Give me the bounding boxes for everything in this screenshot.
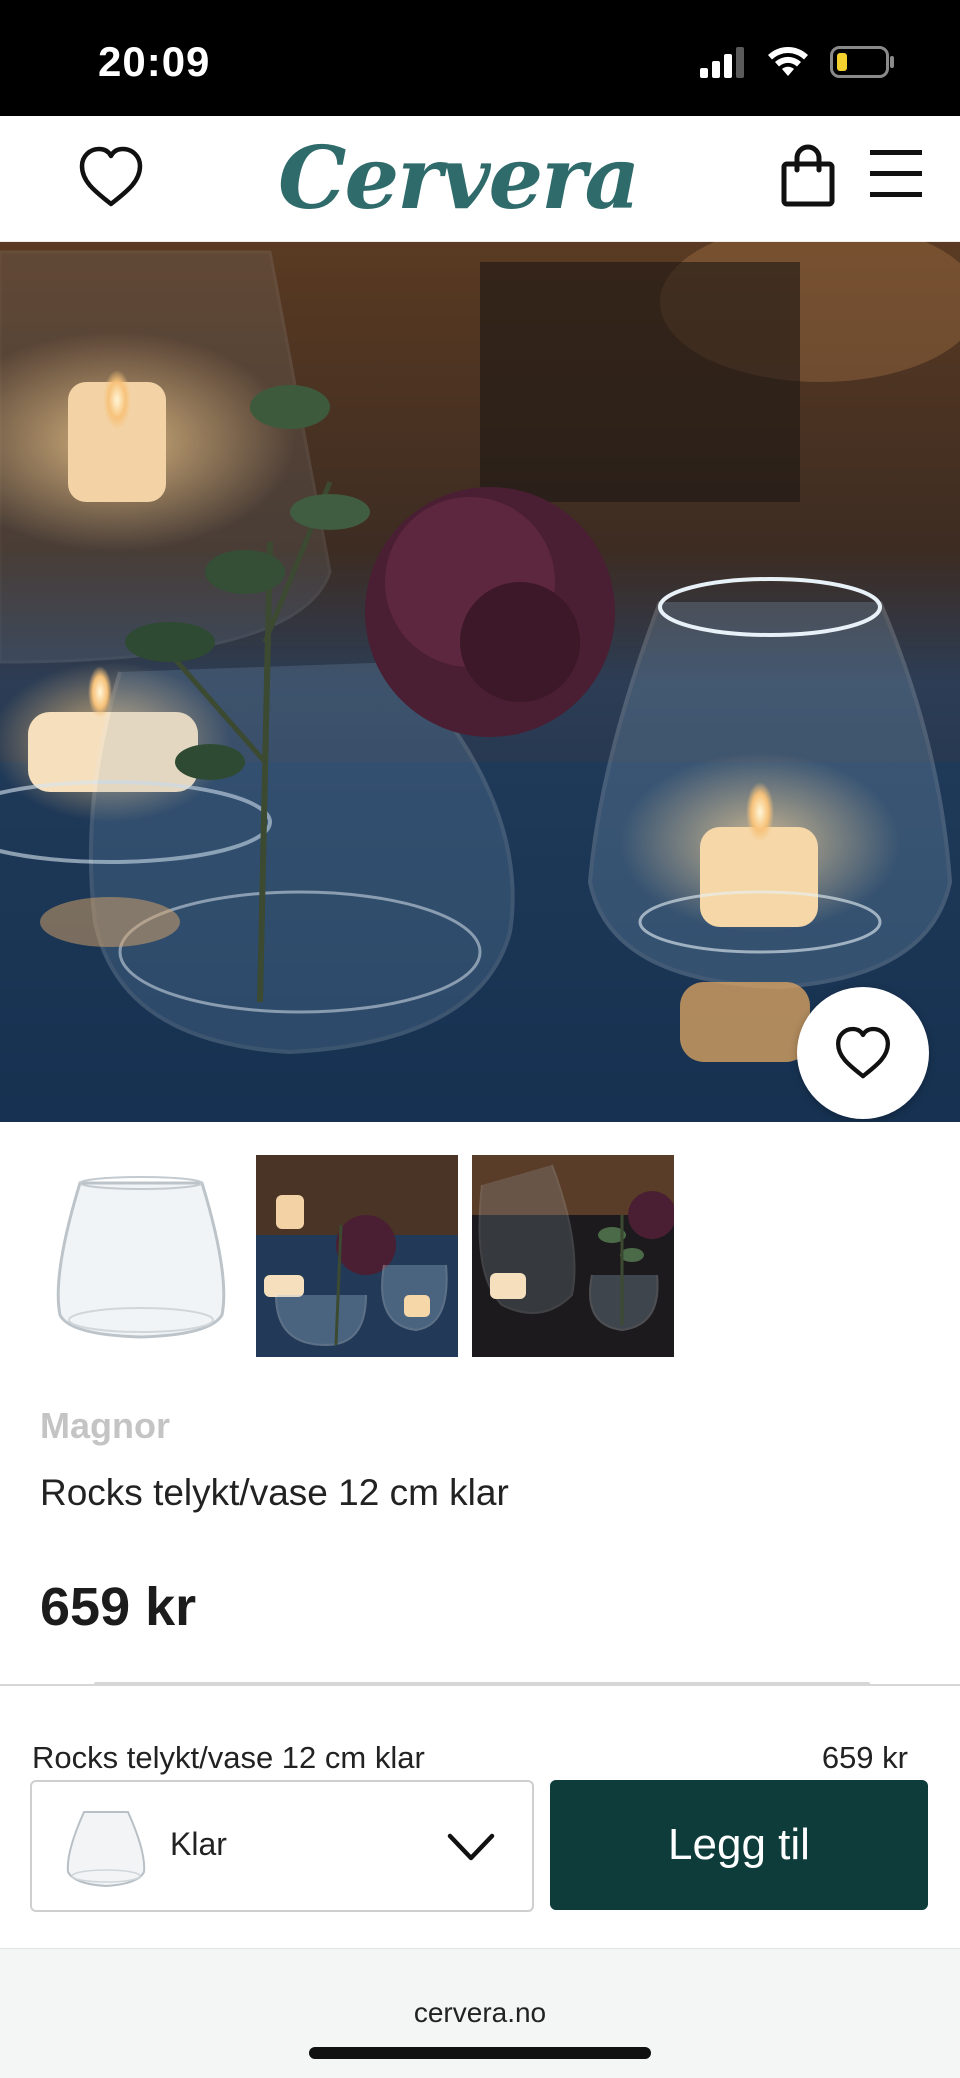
- thumbnail-2[interactable]: [256, 1155, 458, 1357]
- site-header: Cervera: [0, 116, 960, 242]
- product-price: 659 kr: [40, 1577, 197, 1637]
- product-main-image[interactable]: [0, 242, 960, 1122]
- chevron-down-icon: [447, 1833, 495, 1861]
- add-to-cart-button[interactable]: Legg til: [550, 1780, 928, 1910]
- sticky-product-price: 659 kr: [821, 1740, 908, 1775]
- image-favorite-button[interactable]: [797, 987, 929, 1119]
- brand-logo[interactable]: Cervera: [278, 128, 640, 229]
- variant-label: Klar: [170, 1826, 227, 1862]
- signal-icon: [700, 47, 744, 78]
- hamburger-menu-icon[interactable]: [868, 146, 924, 202]
- url-text[interactable]: cervera.no: [0, 1997, 960, 2029]
- status-bar: 20:09: [0, 0, 960, 116]
- sticky-product-name: Rocks telykt/vase 12 cm klar: [32, 1740, 425, 1775]
- product-title: Rocks telykt/vase 12 cm klar: [40, 1472, 509, 1513]
- home-indicator: [309, 2047, 651, 2059]
- heart-icon: [836, 1026, 890, 1079]
- shopping-bag-icon[interactable]: [780, 144, 836, 208]
- divider: [94, 1682, 870, 1686]
- product-brand[interactable]: Magnor: [40, 1405, 170, 1447]
- thumbnail-1[interactable]: [40, 1155, 242, 1357]
- thumbnail-gallery: [40, 1155, 674, 1357]
- browser-url-bar[interactable]: cervera.no: [0, 1948, 960, 2078]
- variant-thumbnail: [66, 1811, 146, 1888]
- wifi-icon: [768, 47, 808, 76]
- status-time: 20:09: [98, 38, 211, 85]
- sticky-cart-bar: Rocks telykt/vase 12 cm klar 659 kr Klar…: [0, 1682, 960, 1948]
- variant-select[interactable]: Klar: [30, 1780, 534, 1912]
- heart-icon[interactable]: [76, 142, 146, 212]
- battery-icon: [830, 46, 894, 78]
- thumbnail-3[interactable]: [472, 1155, 674, 1357]
- status-icons: [698, 46, 896, 78]
